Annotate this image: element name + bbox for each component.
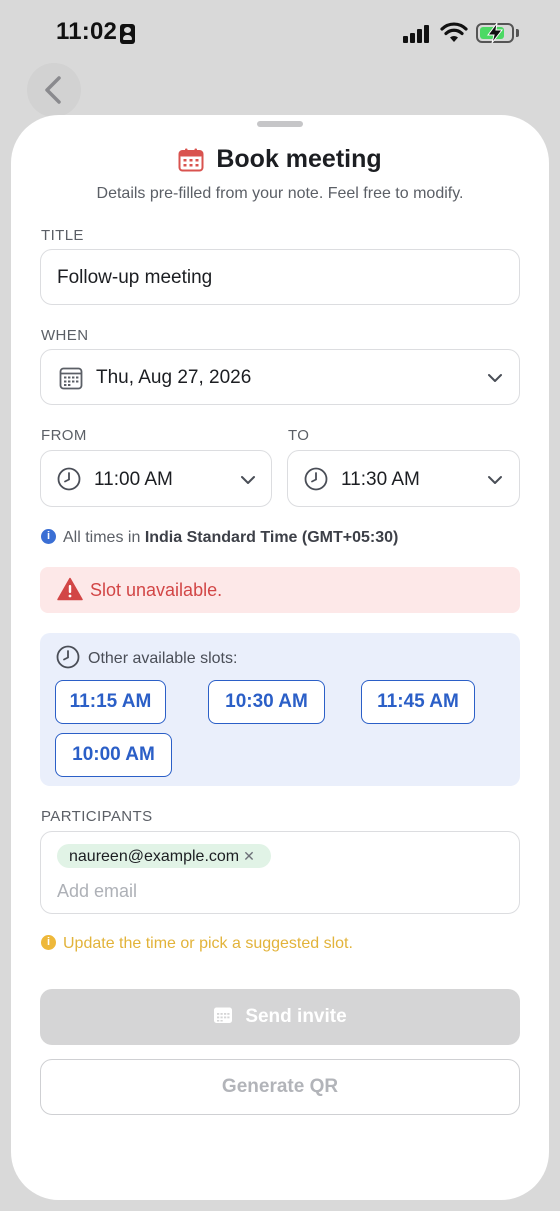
sheet-subtitle: Details pre-filled from your note. Feel …: [96, 185, 464, 202]
slot-button[interactable]: 10:30 AM: [208, 680, 325, 724]
clock-icon: [57, 467, 81, 491]
participants-field[interactable]: naureen@example.com ✕ Add email: [40, 831, 520, 914]
calendar-grid-icon: [59, 367, 83, 390]
alert-text: Slot unavailable.: [90, 580, 223, 600]
status-bar: 11:02: [0, 0, 560, 64]
to-label: TO: [288, 427, 310, 444]
clock-icon: [56, 645, 80, 669]
slots-label: Other available slots:: [88, 650, 238, 667]
wifi-icon: [440, 22, 468, 42]
chevron-down-icon: [488, 374, 502, 382]
sheet-grabber[interactable]: [257, 121, 303, 127]
chevron-left-icon: [45, 76, 61, 104]
slot-button[interactable]: 10:00 AM: [55, 733, 172, 777]
generate-qr-button[interactable]: Generate QR: [40, 1059, 520, 1115]
participant-email: naureen@example.com: [69, 848, 240, 865]
to-time-select[interactable]: 11:30 AM: [287, 450, 520, 507]
timezone-note: i All times in India Standard Time (GMT+0…: [41, 529, 398, 547]
sheet-title: Book meeting: [216, 145, 382, 173]
calendar-icon: [214, 1007, 233, 1023]
when-label: WHEN: [41, 327, 89, 344]
title-input[interactable]: Follow-up meeting: [40, 249, 520, 305]
clock-icon: [304, 467, 328, 491]
book-meeting-sheet: Book meeting Details pre-filled from you…: [11, 115, 549, 1200]
title-label: TITLE: [41, 227, 84, 244]
chevron-down-icon: [241, 476, 255, 484]
slot-unavailable-alert: Slot unavailable.: [40, 567, 520, 613]
date-select[interactable]: Thu, Aug 27, 2026: [40, 349, 520, 405]
sheet-header: Book meeting: [11, 145, 549, 177]
timezone-prefix: All times in: [63, 529, 141, 546]
update-time-hint-text: Update the time or pick a suggested slot…: [63, 935, 353, 952]
battery-tip: [516, 29, 519, 37]
remove-participant-icon[interactable]: ✕: [243, 848, 255, 864]
slot-button[interactable]: 11:15 AM: [55, 680, 166, 724]
send-invite-label: Send invite: [245, 1006, 347, 1027]
calendar-icon: [178, 148, 204, 171]
available-slots-panel: Other available slots: 11:15 AM 10:30 AM…: [40, 633, 520, 786]
cellular-signal-icon: [403, 25, 431, 43]
slot-button[interactable]: 11:45 AM: [361, 680, 475, 724]
title-input-value: Follow-up meeting: [57, 267, 213, 288]
chevron-down-icon: [488, 476, 502, 484]
info-icon: i: [41, 935, 56, 951]
info-icon: i: [41, 529, 56, 545]
timezone-name: India Standard Time (GMT+05:30): [144, 529, 399, 546]
date-value: Thu, Aug 27, 2026: [96, 367, 252, 388]
charging-bolt-icon: [487, 22, 504, 44]
status-time: 11:02: [56, 18, 118, 45]
focus-mode-icon: [120, 24, 135, 44]
from-label: FROM: [41, 427, 87, 444]
generate-qr-label: Generate QR: [221, 1076, 339, 1097]
participants-label: PARTICIPANTS: [41, 808, 153, 825]
to-time-value: 11:30 AM: [341, 469, 420, 490]
update-time-hint: i Update the time or pick a suggested slo…: [41, 935, 353, 953]
from-time-value: 11:00 AM: [94, 469, 173, 490]
add-email-input[interactable]: Add email: [57, 881, 137, 902]
send-invite-button[interactable]: Send invite: [40, 989, 520, 1045]
warning-triangle-icon: [57, 577, 83, 601]
from-time-select[interactable]: 11:00 AM: [40, 450, 272, 507]
back-button[interactable]: [27, 63, 81, 117]
participant-chip: naureen@example.com ✕: [57, 844, 271, 868]
